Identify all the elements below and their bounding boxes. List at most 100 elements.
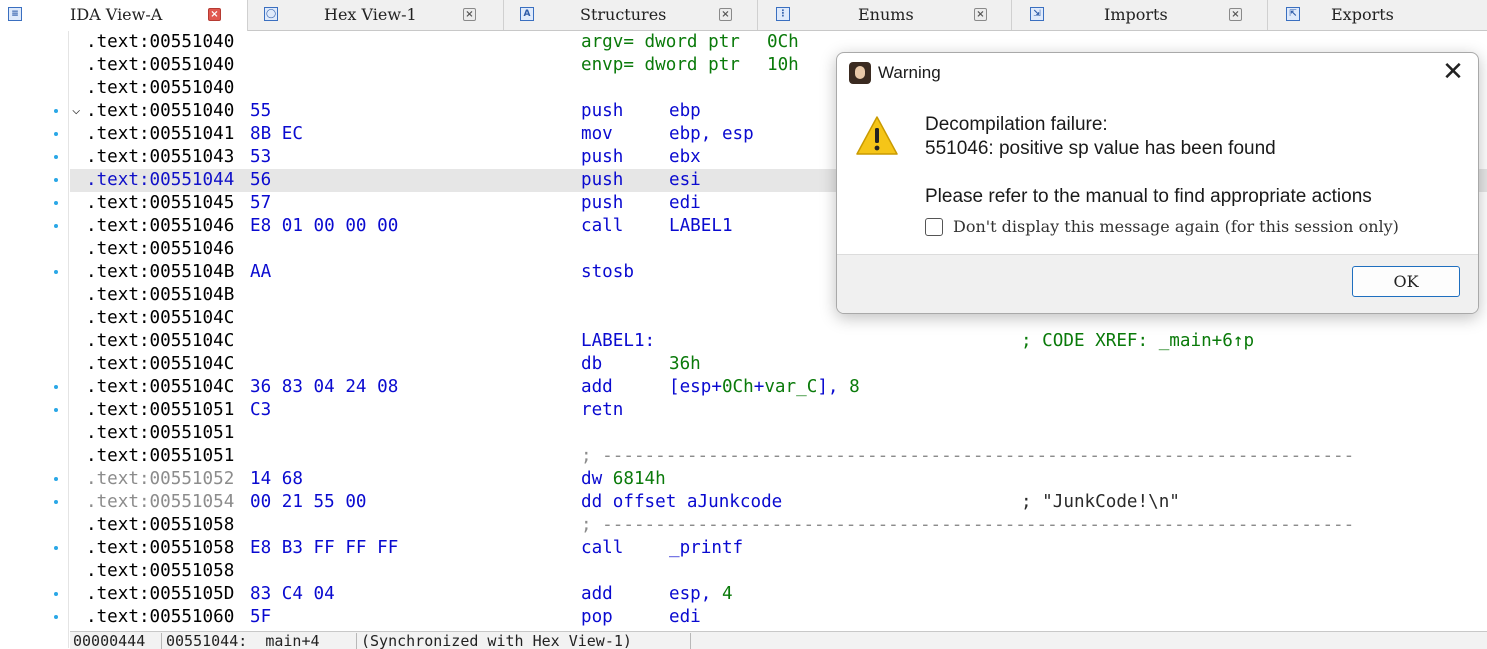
line-address: .text:00551045 [86, 193, 235, 213]
line-mnemonic: call [581, 538, 624, 558]
tab-bar: ≡ IDA View-A × ◯ Hex View-1 × A Structur… [0, 0, 1487, 31]
arrows-gutter[interactable]: ⌵ [0, 31, 80, 648]
line-opcode-bytes: 14 68 [250, 469, 303, 489]
listing-line[interactable]: .text:00551052 14 68 dw 6814h [70, 468, 1487, 491]
line-operands: [esp+0Ch+var_C], 8 [669, 377, 860, 397]
tab-structures[interactable]: A Structures × [504, 0, 758, 30]
line-address: .text:00551052 [86, 469, 235, 489]
close-icon[interactable]: × [208, 8, 221, 21]
line-operands: ebx [669, 147, 701, 167]
line-opcode-bytes: C3 [250, 400, 272, 420]
listing-line[interactable]: .text:00551051 C3 retn [70, 399, 1487, 422]
tab-label: Imports [1104, 5, 1168, 24]
breakpoint-dot-icon[interactable] [54, 201, 58, 205]
warning-icon [856, 116, 898, 155]
line-opcode-bytes: 56 [250, 170, 272, 190]
breakpoint-dot-icon[interactable] [54, 132, 58, 136]
listing-line[interactable]: .text:00551054 00 21 55 00 dd offset aJunk… [70, 491, 1487, 514]
ok-button[interactable]: OK [1352, 266, 1460, 297]
line-opcode-bytes: AA [250, 262, 272, 282]
line-mnemonic: argv= dword ptr [581, 32, 740, 52]
close-icon[interactable]: ✕ [1440, 59, 1466, 85]
line-mnemonic: dd offset aJunkcode [581, 492, 783, 512]
line-opcode-bytes: E8 01 00 00 00 [250, 216, 399, 236]
status-location: 00551044: _main+4 [166, 632, 320, 649]
breakpoint-dot-icon[interactable] [54, 224, 58, 228]
line-operands: LABEL1 [669, 216, 733, 236]
line-mnemonic: call [581, 216, 624, 236]
close-icon[interactable]: × [463, 8, 476, 21]
line-opcode-bytes: 00 21 55 00 [250, 492, 367, 512]
line-operands: 10h [767, 55, 799, 75]
tab-enums[interactable]: ⋮ Enums × [758, 0, 1012, 30]
listing-line[interactable]: .text:00551058 E8 B3 FF FF FF call _printf [70, 537, 1487, 560]
line-mnemonic: add [581, 584, 613, 604]
tab-imports[interactable]: ⇲ Imports × [1012, 0, 1268, 30]
dialog-message-title: Decompilation failure: [925, 114, 1108, 135]
line-opcode-bytes: 36 83 04 24 08 [250, 377, 399, 397]
tab-label: Hex View-1 [324, 5, 417, 24]
tab-ida-view-a[interactable]: ≡ IDA View-A × [0, 0, 248, 31]
listing-line[interactable]: .text:00551058 ; ------------------------… [70, 514, 1487, 537]
line-opcode-bytes: 8B EC [250, 124, 303, 144]
line-opcode-bytes: 53 [250, 147, 272, 167]
status-bar: 00000444 00551044: _main+4 (Synchronized… [70, 631, 1487, 649]
listing-line[interactable]: .text:0055104C db 36h [70, 353, 1487, 376]
line-address: .text:00551051 [86, 400, 235, 420]
line-address: .text:0055104B [86, 285, 235, 305]
line-operands: ebp, esp [669, 124, 754, 144]
listing-line[interactable]: .text:00551051 ; ------------------------… [70, 445, 1487, 468]
line-address: .text:00551046 [86, 239, 235, 259]
line-address: .text:00551043 [86, 147, 235, 167]
dont-show-again-label[interactable]: Don't display this message again (for th… [953, 217, 1399, 237]
tab-hex-view-1[interactable]: ◯ Hex View-1 × [248, 0, 504, 30]
close-icon[interactable]: × [1229, 8, 1242, 21]
listing-line[interactable]: .text:00551051 [70, 422, 1487, 445]
line-mnemonic: push [581, 170, 624, 190]
breakpoint-dot-icon[interactable] [54, 270, 58, 274]
listing-line[interactable]: .text:00551040 argv= dword ptr 0Ch [70, 31, 1487, 54]
listing-line[interactable]: .text:00551060 5F pop edi [70, 606, 1487, 629]
listing-line[interactable]: .text:0055104C LABEL1: ; CODE XREF: _main+… [70, 330, 1487, 353]
close-icon[interactable]: × [719, 8, 732, 21]
line-address: .text:00551040 [86, 101, 235, 121]
line-address: .text:00551044 [86, 170, 235, 190]
separator-comment: ; --------------------------------------… [581, 515, 1355, 535]
breakpoint-dot-icon[interactable] [54, 408, 58, 412]
line-address: .text:00551060 [86, 607, 235, 627]
line-address: .text:00551041 [86, 124, 235, 144]
line-address: .text:00551051 [86, 446, 235, 466]
breakpoint-dot-icon[interactable] [54, 178, 58, 182]
line-mnemonic: push [581, 101, 624, 121]
tab-label: IDA View-A [70, 5, 163, 24]
breakpoint-dot-icon[interactable] [54, 592, 58, 596]
line-address: .text:0055104C [86, 331, 235, 351]
tab-label: Structures [580, 5, 667, 24]
line-operands: 36h [669, 354, 701, 374]
line-operands: _printf [669, 538, 744, 558]
listing-line[interactable]: .text:0055104C 36 83 04 24 08 add [esp+0Ch+… [70, 376, 1487, 399]
breakpoint-dot-icon[interactable] [54, 385, 58, 389]
breakpoint-dot-icon[interactable] [54, 155, 58, 159]
dialog-title: Warning [878, 63, 941, 82]
app-avatar-icon [849, 62, 871, 84]
line-operands: ebp [669, 101, 701, 121]
dont-show-again-checkbox[interactable] [925, 218, 943, 236]
breakpoint-dot-icon[interactable] [54, 500, 58, 504]
line-address: .text:0055104C [86, 308, 235, 328]
line-opcode-bytes: 57 [250, 193, 272, 213]
listing-icon: ≡ [8, 7, 22, 21]
breakpoint-dot-icon[interactable] [54, 109, 58, 113]
breakpoint-dot-icon[interactable] [54, 546, 58, 550]
line-address: .text:00551058 [86, 515, 235, 535]
dialog-message-detail: 551046: positive sp value has been found [925, 138, 1276, 159]
line-mnemonic: dw 6814h [581, 469, 666, 489]
breakpoint-dot-icon[interactable] [54, 615, 58, 619]
close-icon[interactable]: × [974, 8, 987, 21]
breakpoint-dot-icon[interactable] [54, 477, 58, 481]
listing-line[interactable]: .text:0055105D 83 C4 04 add esp, 4 [70, 583, 1487, 606]
listing-line[interactable]: .text:00551058 [70, 560, 1487, 583]
line-comment: ; CODE XREF: _main+6↑p [1021, 331, 1255, 351]
line-address: .text:00551058 [86, 538, 235, 558]
tab-exports[interactable]: ⇱ Exports [1268, 0, 1487, 30]
